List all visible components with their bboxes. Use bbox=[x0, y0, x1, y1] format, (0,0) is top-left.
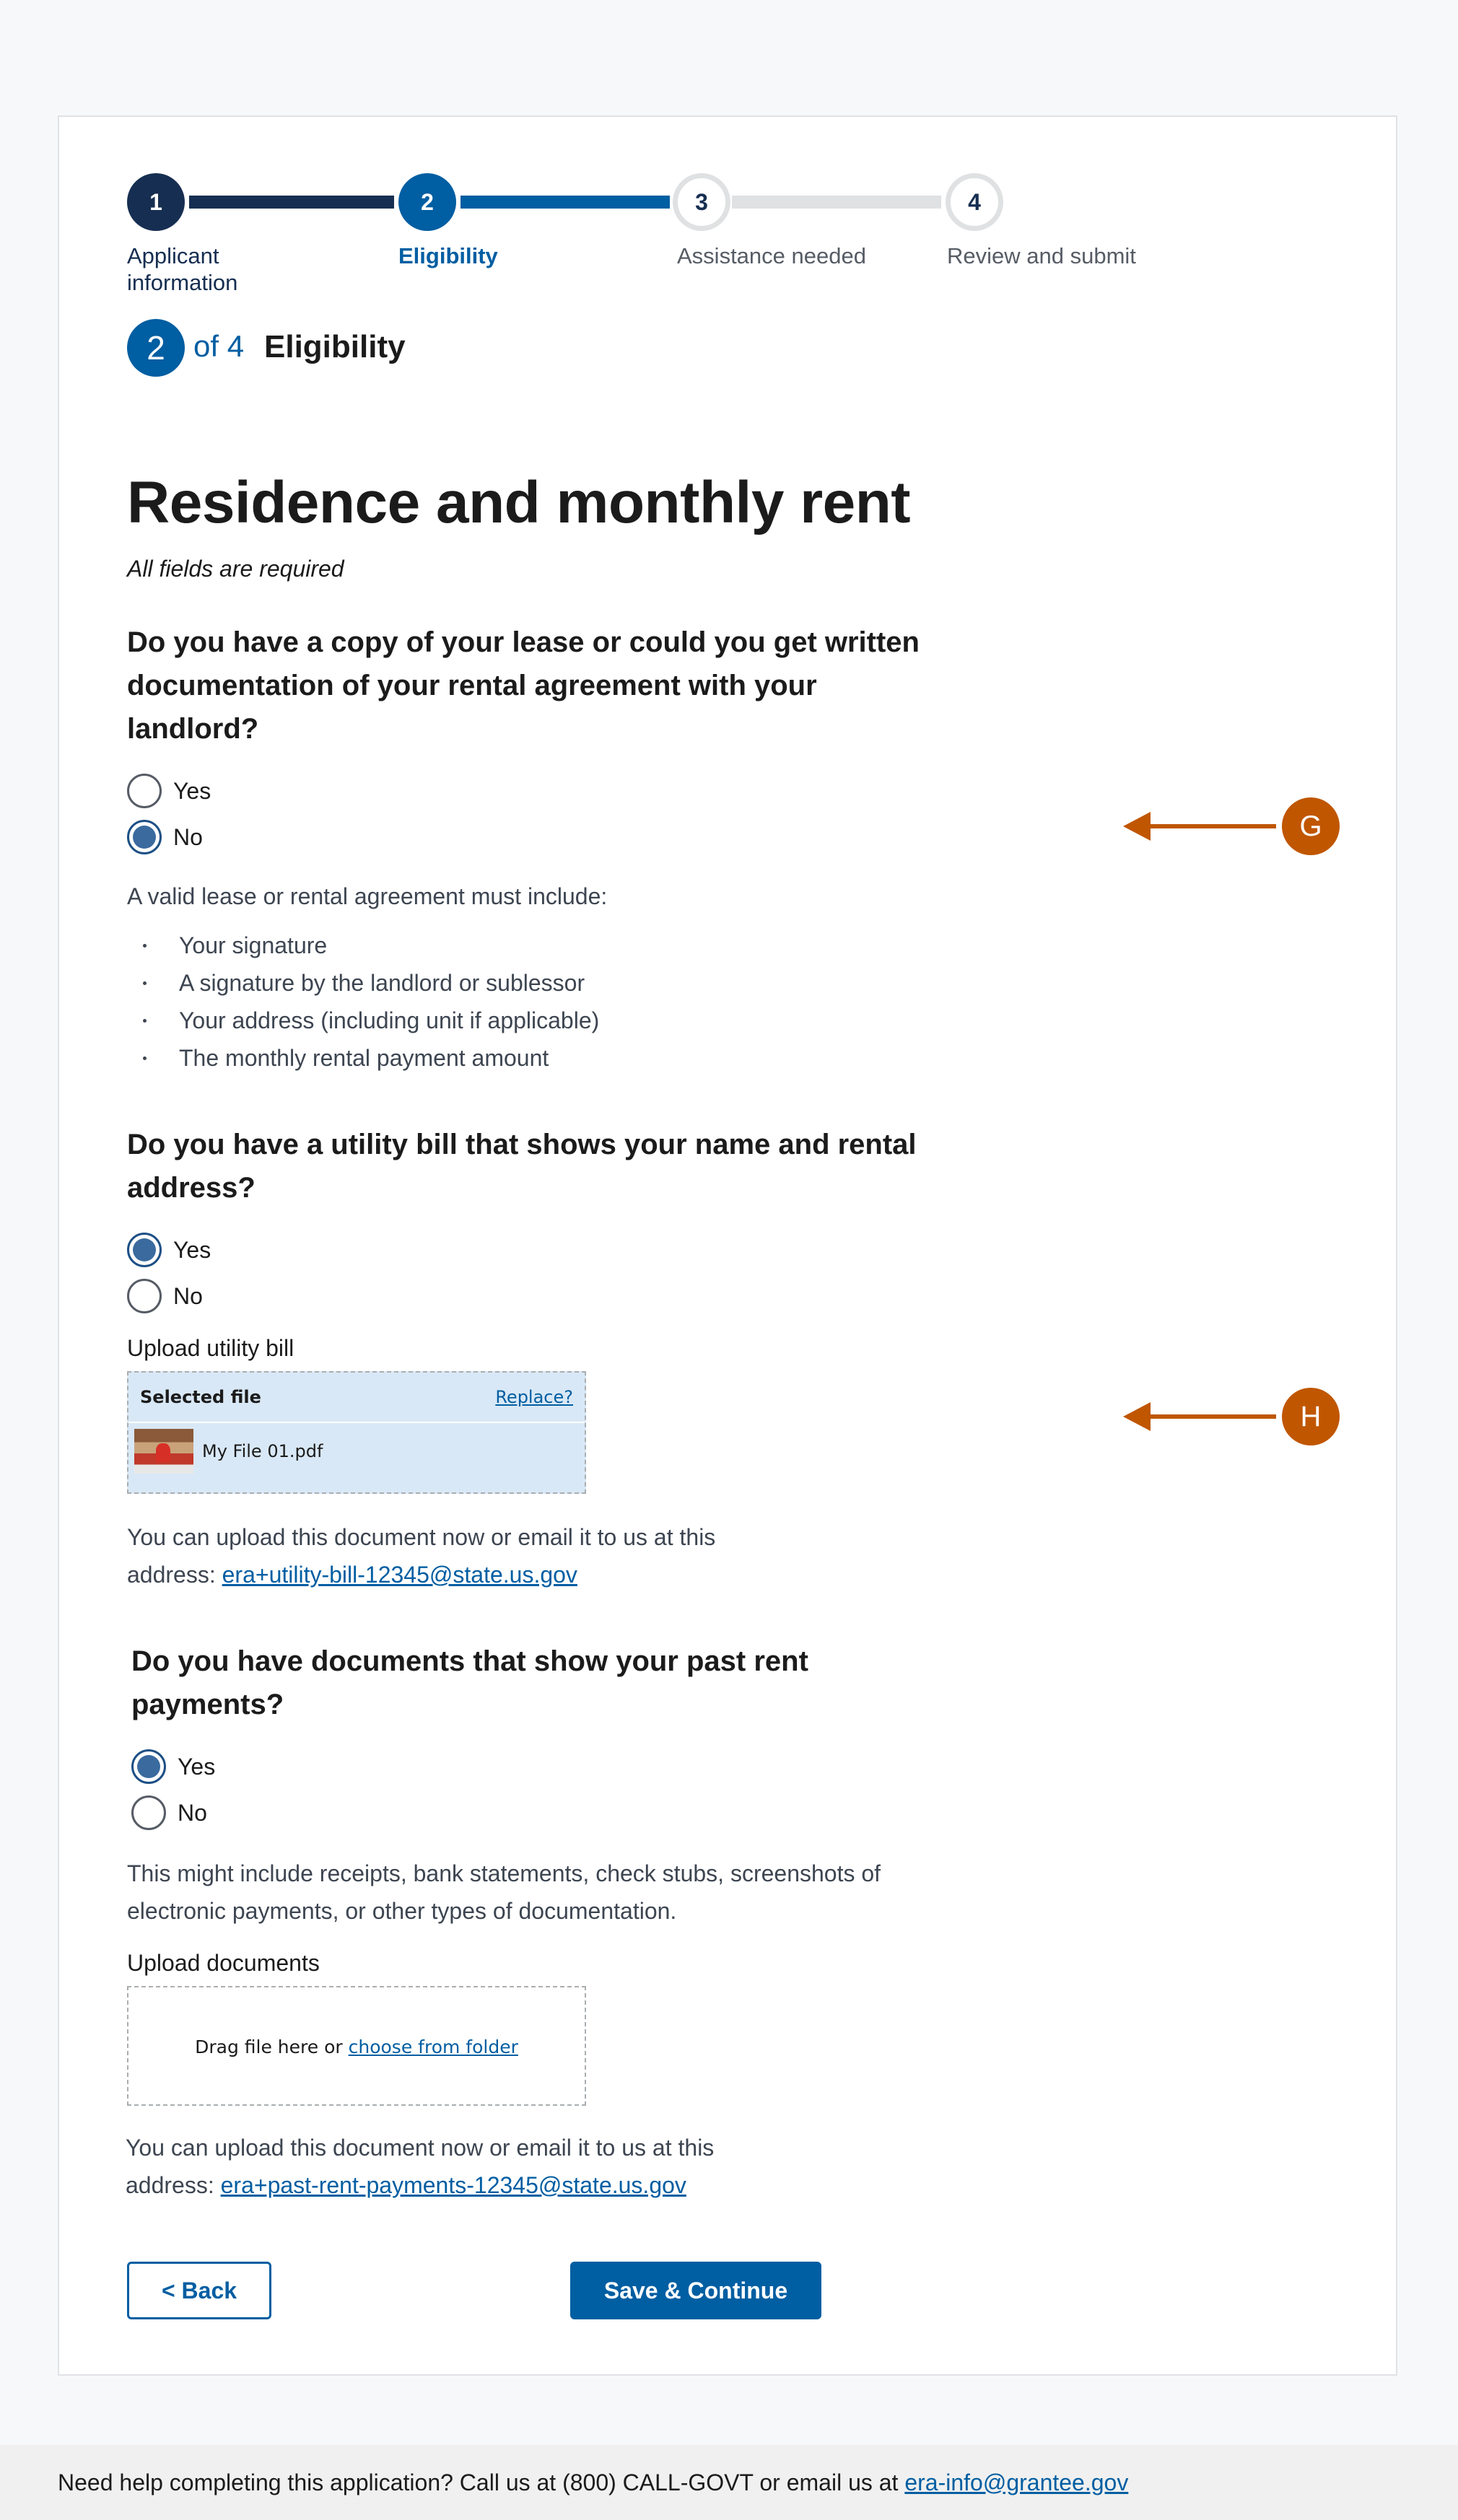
utility-yes-label[interactable]: Yes bbox=[173, 1237, 211, 1264]
step-bar-1 bbox=[189, 196, 394, 209]
selected-file-title: Selected file bbox=[140, 1387, 261, 1407]
utility-file-input[interactable]: Selected file Replace? My File 01.pdf bbox=[127, 1371, 586, 1494]
utility-yes-radio[interactable] bbox=[127, 1233, 162, 1267]
marker-h: H bbox=[1282, 1388, 1340, 1445]
lease-question: Do you have a copy of your lease or coul… bbox=[127, 626, 920, 745]
help-footer: Need help completing this application? C… bbox=[0, 2445, 1458, 2520]
step-heading: Eligibility bbox=[264, 329, 406, 364]
required-note: All fields are required bbox=[127, 556, 344, 582]
arrow-left-icon bbox=[1123, 1402, 1151, 1431]
drag-file-text: Drag file here or bbox=[195, 2036, 343, 2057]
save-continue-button[interactable]: Save & Continue bbox=[570, 2262, 821, 2319]
step-2-label: Eligibility bbox=[398, 243, 498, 268]
lease-info-text: A valid lease or rental agreement must i… bbox=[127, 883, 608, 909]
past-rent-question: Do you have documents that show your pas… bbox=[131, 1645, 808, 1720]
documents-drop-zone[interactable]: Drag file here or choose from folder bbox=[127, 1986, 586, 2106]
step-4-circle: 4 bbox=[946, 173, 1003, 231]
step-2-circle: 2 bbox=[398, 173, 456, 231]
past-rent-yes-option[interactable]: Yes bbox=[131, 1749, 215, 1784]
step-bar-2 bbox=[460, 196, 670, 209]
footer-text: Need help completing this application? C… bbox=[58, 2469, 899, 2495]
past-rent-no-label[interactable]: No bbox=[178, 1800, 207, 1826]
utility-question: Do you have a utility bill that shows yo… bbox=[127, 1129, 917, 1204]
lease-yes-radio[interactable] bbox=[127, 774, 162, 808]
lease-requirements-list: Your signature A signature by the landlo… bbox=[127, 927, 599, 1077]
utility-yes-option[interactable]: Yes bbox=[127, 1233, 211, 1267]
utility-note: You can upload this document now or emai… bbox=[127, 1518, 791, 1593]
lease-yes-label[interactable]: Yes bbox=[173, 778, 211, 805]
back-button[interactable]: < Back bbox=[127, 2262, 271, 2319]
marker-g: G bbox=[1282, 797, 1340, 855]
documents-upload-label: Upload documents bbox=[127, 1950, 320, 1976]
utility-upload-label: Upload utility bill bbox=[127, 1335, 294, 1361]
past-rent-info-text: This might include receipts, bank statem… bbox=[127, 1860, 881, 1924]
list-item: A signature by the landlord or sublessor bbox=[127, 964, 599, 1002]
utility-no-radio[interactable] bbox=[127, 1279, 162, 1313]
footer-email-link[interactable]: era-info@grantee.gov bbox=[904, 2469, 1128, 2496]
past-rent-no-option[interactable]: No bbox=[131, 1795, 207, 1830]
arrow-line bbox=[1148, 824, 1276, 828]
lease-no-radio[interactable] bbox=[127, 820, 162, 854]
list-item: The monthly rental payment amount bbox=[127, 1039, 599, 1077]
selected-file-header: Selected file Replace? bbox=[128, 1373, 585, 1423]
past-rent-yes-radio[interactable] bbox=[131, 1749, 166, 1784]
file-name: My File 01.pdf bbox=[202, 1441, 323, 1461]
past-rent-no-radio[interactable] bbox=[131, 1795, 166, 1830]
list-item: Your address (including unit if applicab… bbox=[127, 1002, 599, 1039]
step-counter-of: of 4 bbox=[193, 329, 245, 363]
lease-no-option[interactable]: No bbox=[127, 820, 203, 854]
choose-folder-link[interactable]: choose from folder bbox=[349, 2036, 518, 2057]
step-3-circle: 3 bbox=[673, 173, 730, 231]
step-3-label: Assistance needed bbox=[677, 243, 866, 268]
drop-zone-text: Drag file here or choose from folder bbox=[128, 2036, 585, 2057]
utility-no-label[interactable]: No bbox=[173, 1283, 203, 1310]
past-rent-note: You can upload this document now or emai… bbox=[126, 2129, 790, 2204]
step-4-label: Review and submit bbox=[947, 243, 1136, 268]
file-thumbnail-image bbox=[134, 1429, 193, 1474]
step-bar-3 bbox=[732, 196, 941, 209]
arrow-line bbox=[1148, 1414, 1276, 1419]
arrow-left-icon bbox=[1123, 812, 1151, 841]
utility-email-link[interactable]: era+utility-bill-12345@state.us.gov bbox=[222, 1562, 577, 1588]
page-title: Residence and monthly rent bbox=[127, 470, 911, 535]
lease-yes-option[interactable]: Yes bbox=[127, 774, 211, 808]
step-1-circle: 1 bbox=[127, 173, 185, 231]
selected-file-row: My File 01.pdf bbox=[128, 1423, 585, 1474]
replace-file-link[interactable]: Replace? bbox=[495, 1387, 573, 1407]
step-1-label: Applicant information bbox=[127, 243, 238, 295]
lease-no-label[interactable]: No bbox=[173, 824, 203, 851]
utility-no-option[interactable]: No bbox=[127, 1279, 203, 1313]
step-counter-circle: 2 bbox=[127, 319, 185, 377]
past-rent-yes-label[interactable]: Yes bbox=[178, 1754, 215, 1780]
list-item: Your signature bbox=[127, 927, 599, 964]
past-rent-email-link[interactable]: era+past-rent-payments-12345@state.us.go… bbox=[221, 2172, 686, 2198]
